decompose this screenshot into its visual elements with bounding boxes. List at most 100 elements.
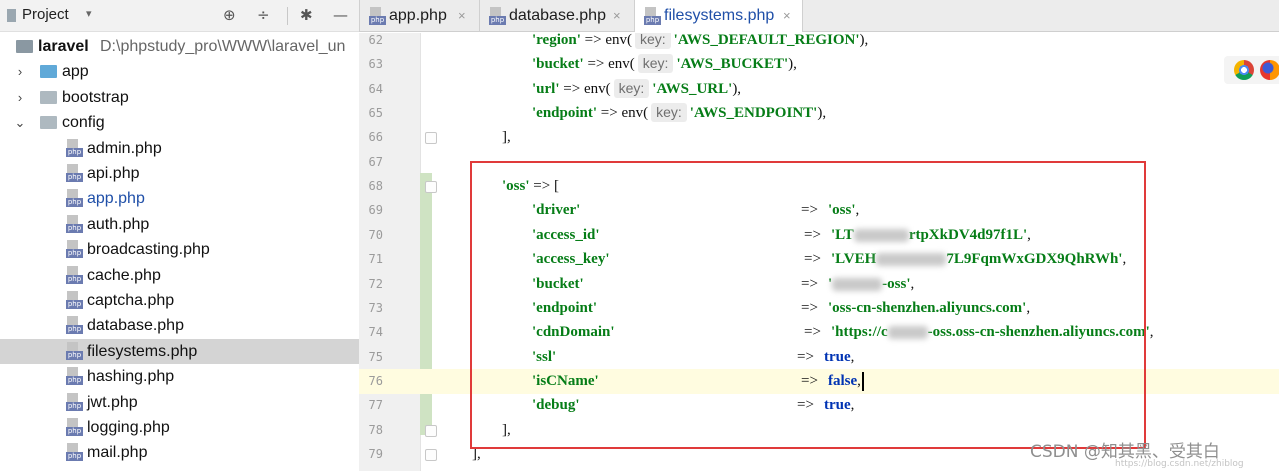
line-number: 69	[368, 203, 383, 218]
code-line[interactable]: 66],	[359, 125, 1279, 150]
fold-icon[interactable]	[425, 424, 437, 437]
chevron-right-icon[interactable]: ›	[13, 59, 27, 84]
fold-icon[interactable]	[425, 181, 437, 194]
array-key: 'access_key'	[532, 251, 610, 268]
firefox-icon[interactable]	[1260, 60, 1279, 80]
php-file-icon: php	[489, 7, 506, 26]
folder-icon	[40, 65, 57, 79]
code-text: 'url' => env(key: 'AWS_URL'),	[532, 77, 741, 102]
function-call: env(	[621, 105, 649, 122]
string-value: 'LT	[831, 226, 854, 243]
fold-icon[interactable]	[425, 448, 437, 461]
tree-item-cache-php[interactable]: php cache.php	[0, 263, 359, 288]
close-icon[interactable]: ×	[458, 0, 466, 32]
redacted-text	[853, 228, 909, 242]
tree-item-jwt-php[interactable]: php jwt.php	[0, 390, 359, 415]
string-argument: 'AWS_BUCKET'	[676, 56, 789, 73]
project-panel-title[interactable]: Project	[22, 6, 69, 23]
tree-item-laravel[interactable]: laravel D:\phpstudy_pro\WWW\laravel_un	[0, 34, 359, 59]
code-text: 'debug' => true,	[532, 393, 854, 418]
array-value: ' -oss',	[828, 272, 914, 297]
array-key: 'isCName'	[532, 372, 599, 389]
line-number: 78	[368, 422, 383, 437]
arrow-operator: =>	[587, 56, 605, 73]
close-icon[interactable]: ×	[783, 0, 791, 32]
tree-item-bootstrap[interactable]: › bootstrap	[0, 85, 359, 110]
string-value: 'oss-cn-shenzhen.aliyuncs.com'	[828, 299, 1027, 316]
string-value: 'https://c	[831, 324, 888, 341]
fold-icon[interactable]	[425, 132, 437, 145]
tab-database-php[interactable]: php database.php ×	[480, 0, 635, 32]
punctuation: ],	[502, 421, 511, 438]
punctuation: ,	[850, 397, 855, 414]
line-number: 70	[368, 227, 383, 242]
chrome-icon[interactable]	[1234, 60, 1254, 80]
punctuation: ,	[1027, 226, 1031, 243]
line-number: 67	[368, 154, 383, 169]
tree-item-app[interactable]: › app	[0, 59, 359, 84]
punctuation: ,	[850, 348, 855, 365]
array-key: 'bucket'	[532, 275, 584, 292]
code-line[interactable]: 65 'endpoint' => env(key: 'AWS_ENDPOINT'),	[359, 101, 1279, 126]
code-line[interactable]: 77 'debug' => true,	[359, 393, 1279, 418]
code-line[interactable]: 73 'endpoint' => 'oss-cn-shenzhen.aliyuncs…	[359, 296, 1279, 321]
function-call: env(	[605, 33, 632, 48]
folder-icon	[40, 116, 57, 130]
chevron-right-icon[interactable]: ›	[13, 85, 27, 110]
tab-app-php[interactable]: php app.php ×	[360, 0, 480, 32]
line-number: 76	[368, 373, 383, 388]
code-line[interactable]: 63 'bucket' => env(key: 'AWS_BUCKET'),	[359, 52, 1279, 77]
code-editor[interactable]: 62'region' => env(key: 'AWS_DEFAULT_REGIO…	[359, 33, 1279, 471]
code-line[interactable]: 75 'ssl' => true,	[359, 345, 1279, 370]
tree-item-logging-php[interactable]: php logging.php	[0, 415, 359, 440]
gear-icon[interactable]: ✱	[300, 5, 313, 25]
tree-item-database-php[interactable]: php database.php	[0, 313, 359, 338]
tree-item-auth-php[interactable]: php auth.php	[0, 212, 359, 237]
arrow-operator: =>	[804, 226, 821, 243]
tree-item-config[interactable]: ⌄ config	[0, 110, 359, 135]
code-text: 'ssl' => true,	[532, 345, 854, 370]
tree-item-label: api.php	[87, 165, 140, 182]
tree-item-api-php[interactable]: php api.php	[0, 161, 359, 186]
code-text: ],	[472, 442, 481, 467]
project-panel: Project ▾ ⊕ ÷ ✱ — laravel D:\phpstudy_pro…	[0, 0, 359, 471]
tree-item-hashing-php[interactable]: php hashing.php	[0, 364, 359, 389]
collapse-all-icon[interactable]: ÷	[257, 5, 270, 25]
code-line[interactable]: 69 'driver' => 'oss',	[359, 198, 1279, 223]
array-key: 'driver'	[532, 202, 581, 219]
array-key: 'endpoint'	[532, 105, 598, 122]
code-line[interactable]: 70 'access_id' => 'LT rtpXkDV4d97f1L',	[359, 223, 1279, 248]
code-text: 'oss' => [	[502, 174, 559, 199]
code-line[interactable]: 68 'oss' => [	[359, 174, 1279, 199]
tree-item-admin-php[interactable]: php admin.php	[0, 136, 359, 161]
code-line[interactable]: 64 'url' => env(key: 'AWS_URL'),	[359, 77, 1279, 102]
code-line[interactable]: 71 'access_key' => 'LVEH 7L9FqmWxGDX9QhRWh'…	[359, 247, 1279, 272]
php-file-icon: php	[66, 443, 83, 462]
tree-item-filesystems-php[interactable]: php filesystems.php	[0, 338, 359, 364]
chevron-down-icon[interactable]: ▾	[86, 7, 92, 20]
punctuation: ,	[857, 372, 861, 389]
tree-item-broadcasting-php[interactable]: php broadcasting.php	[0, 237, 359, 262]
tree-item-label: app.php	[87, 190, 145, 208]
code-line[interactable]: 72 'bucket' => ' -oss',	[359, 272, 1279, 297]
code-line[interactable]: 67	[359, 150, 1279, 175]
code-text: 'driver' => 'oss',	[532, 198, 859, 223]
minimize-icon[interactable]: —	[333, 5, 348, 25]
code-text: 'bucket' => env(key: 'AWS_BUCKET'),	[532, 52, 797, 77]
tree-item-mail-php[interactable]: php mail.php	[0, 440, 359, 465]
code-line[interactable]: 76 'isCName' => false,	[359, 368, 1279, 394]
toolbar-divider	[287, 7, 288, 25]
close-icon[interactable]: ×	[613, 0, 621, 32]
chevron-down-icon[interactable]: ⌄	[13, 110, 27, 135]
line-number: 63	[368, 57, 383, 72]
code-line[interactable]: 74 'cdnDomain' => 'https://c -oss.oss-cn-sh…	[359, 320, 1279, 345]
string-argument: 'AWS_ENDPOINT'	[689, 105, 818, 122]
tree-item-app-php[interactable]: php app.php	[0, 186, 359, 211]
locate-file-icon[interactable]: ⊕	[223, 5, 236, 25]
line-number: 77	[368, 398, 383, 413]
code-line[interactable]: 62 'region' => env(key: 'AWS_DEFAULT_REGIO…	[359, 33, 1279, 53]
array-key: 'url'	[532, 80, 560, 97]
tree-item-captcha-php[interactable]: php captcha.php	[0, 288, 359, 313]
tab-filesystems-php[interactable]: php filesystems.php ×	[635, 0, 803, 32]
tree-item-label: mail.php	[87, 444, 148, 462]
